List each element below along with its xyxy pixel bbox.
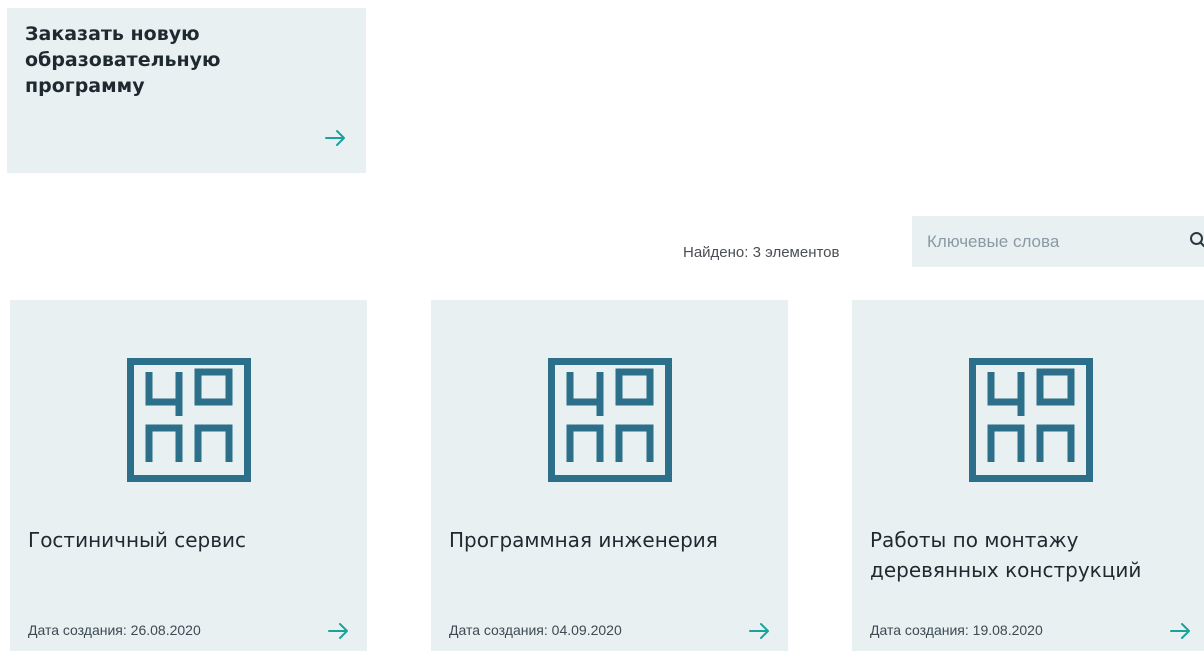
search-box: [912, 216, 1204, 267]
copp-logo-icon: [127, 358, 251, 482]
arrow-right-icon[interactable]: [328, 622, 350, 640]
order-program-title: Заказать новую образовательную программу: [25, 23, 221, 97]
copp-logo-icon: [548, 358, 672, 482]
creation-date-label: Дата создания:: [870, 622, 973, 638]
copp-logo-icon: [969, 358, 1093, 482]
page: Заказать новую образовательную программу…: [0, 0, 1204, 651]
program-card[interactable]: Гостиничный сервис Дата создания: 26.08.…: [10, 300, 367, 651]
creation-date-value: 04.09.2020: [551, 622, 622, 638]
arrow-right-icon[interactable]: [749, 622, 771, 640]
program-card[interactable]: Программная инженерия Дата создания: 04.…: [431, 300, 788, 651]
creation-date: Дата создания: 26.08.2020: [28, 622, 201, 638]
search-input[interactable]: [912, 216, 1172, 267]
creation-date: Дата создания: 04.09.2020: [449, 622, 622, 638]
program-title[interactable]: Программная инженерия: [449, 525, 779, 555]
arrow-right-icon[interactable]: [1170, 622, 1192, 640]
program-title[interactable]: Гостиничный сервис: [28, 525, 358, 555]
program-title[interactable]: Работы по монтажу деревянных конструкций: [870, 525, 1200, 585]
order-program-card[interactable]: Заказать новую образовательную программу: [7, 8, 366, 173]
arrow-right-icon[interactable]: [325, 129, 347, 147]
creation-date-value: 19.08.2020: [972, 622, 1043, 638]
results-count: Найдено: 3 элементов: [683, 244, 840, 261]
creation-date-value: 26.08.2020: [130, 622, 201, 638]
program-card[interactable]: Работы по монтажу деревянных конструкций…: [852, 300, 1204, 651]
search-icon[interactable]: [1189, 231, 1204, 249]
creation-date: Дата создания: 19.08.2020: [870, 622, 1043, 638]
creation-date-label: Дата создания:: [28, 622, 131, 638]
creation-date-label: Дата создания:: [449, 622, 552, 638]
